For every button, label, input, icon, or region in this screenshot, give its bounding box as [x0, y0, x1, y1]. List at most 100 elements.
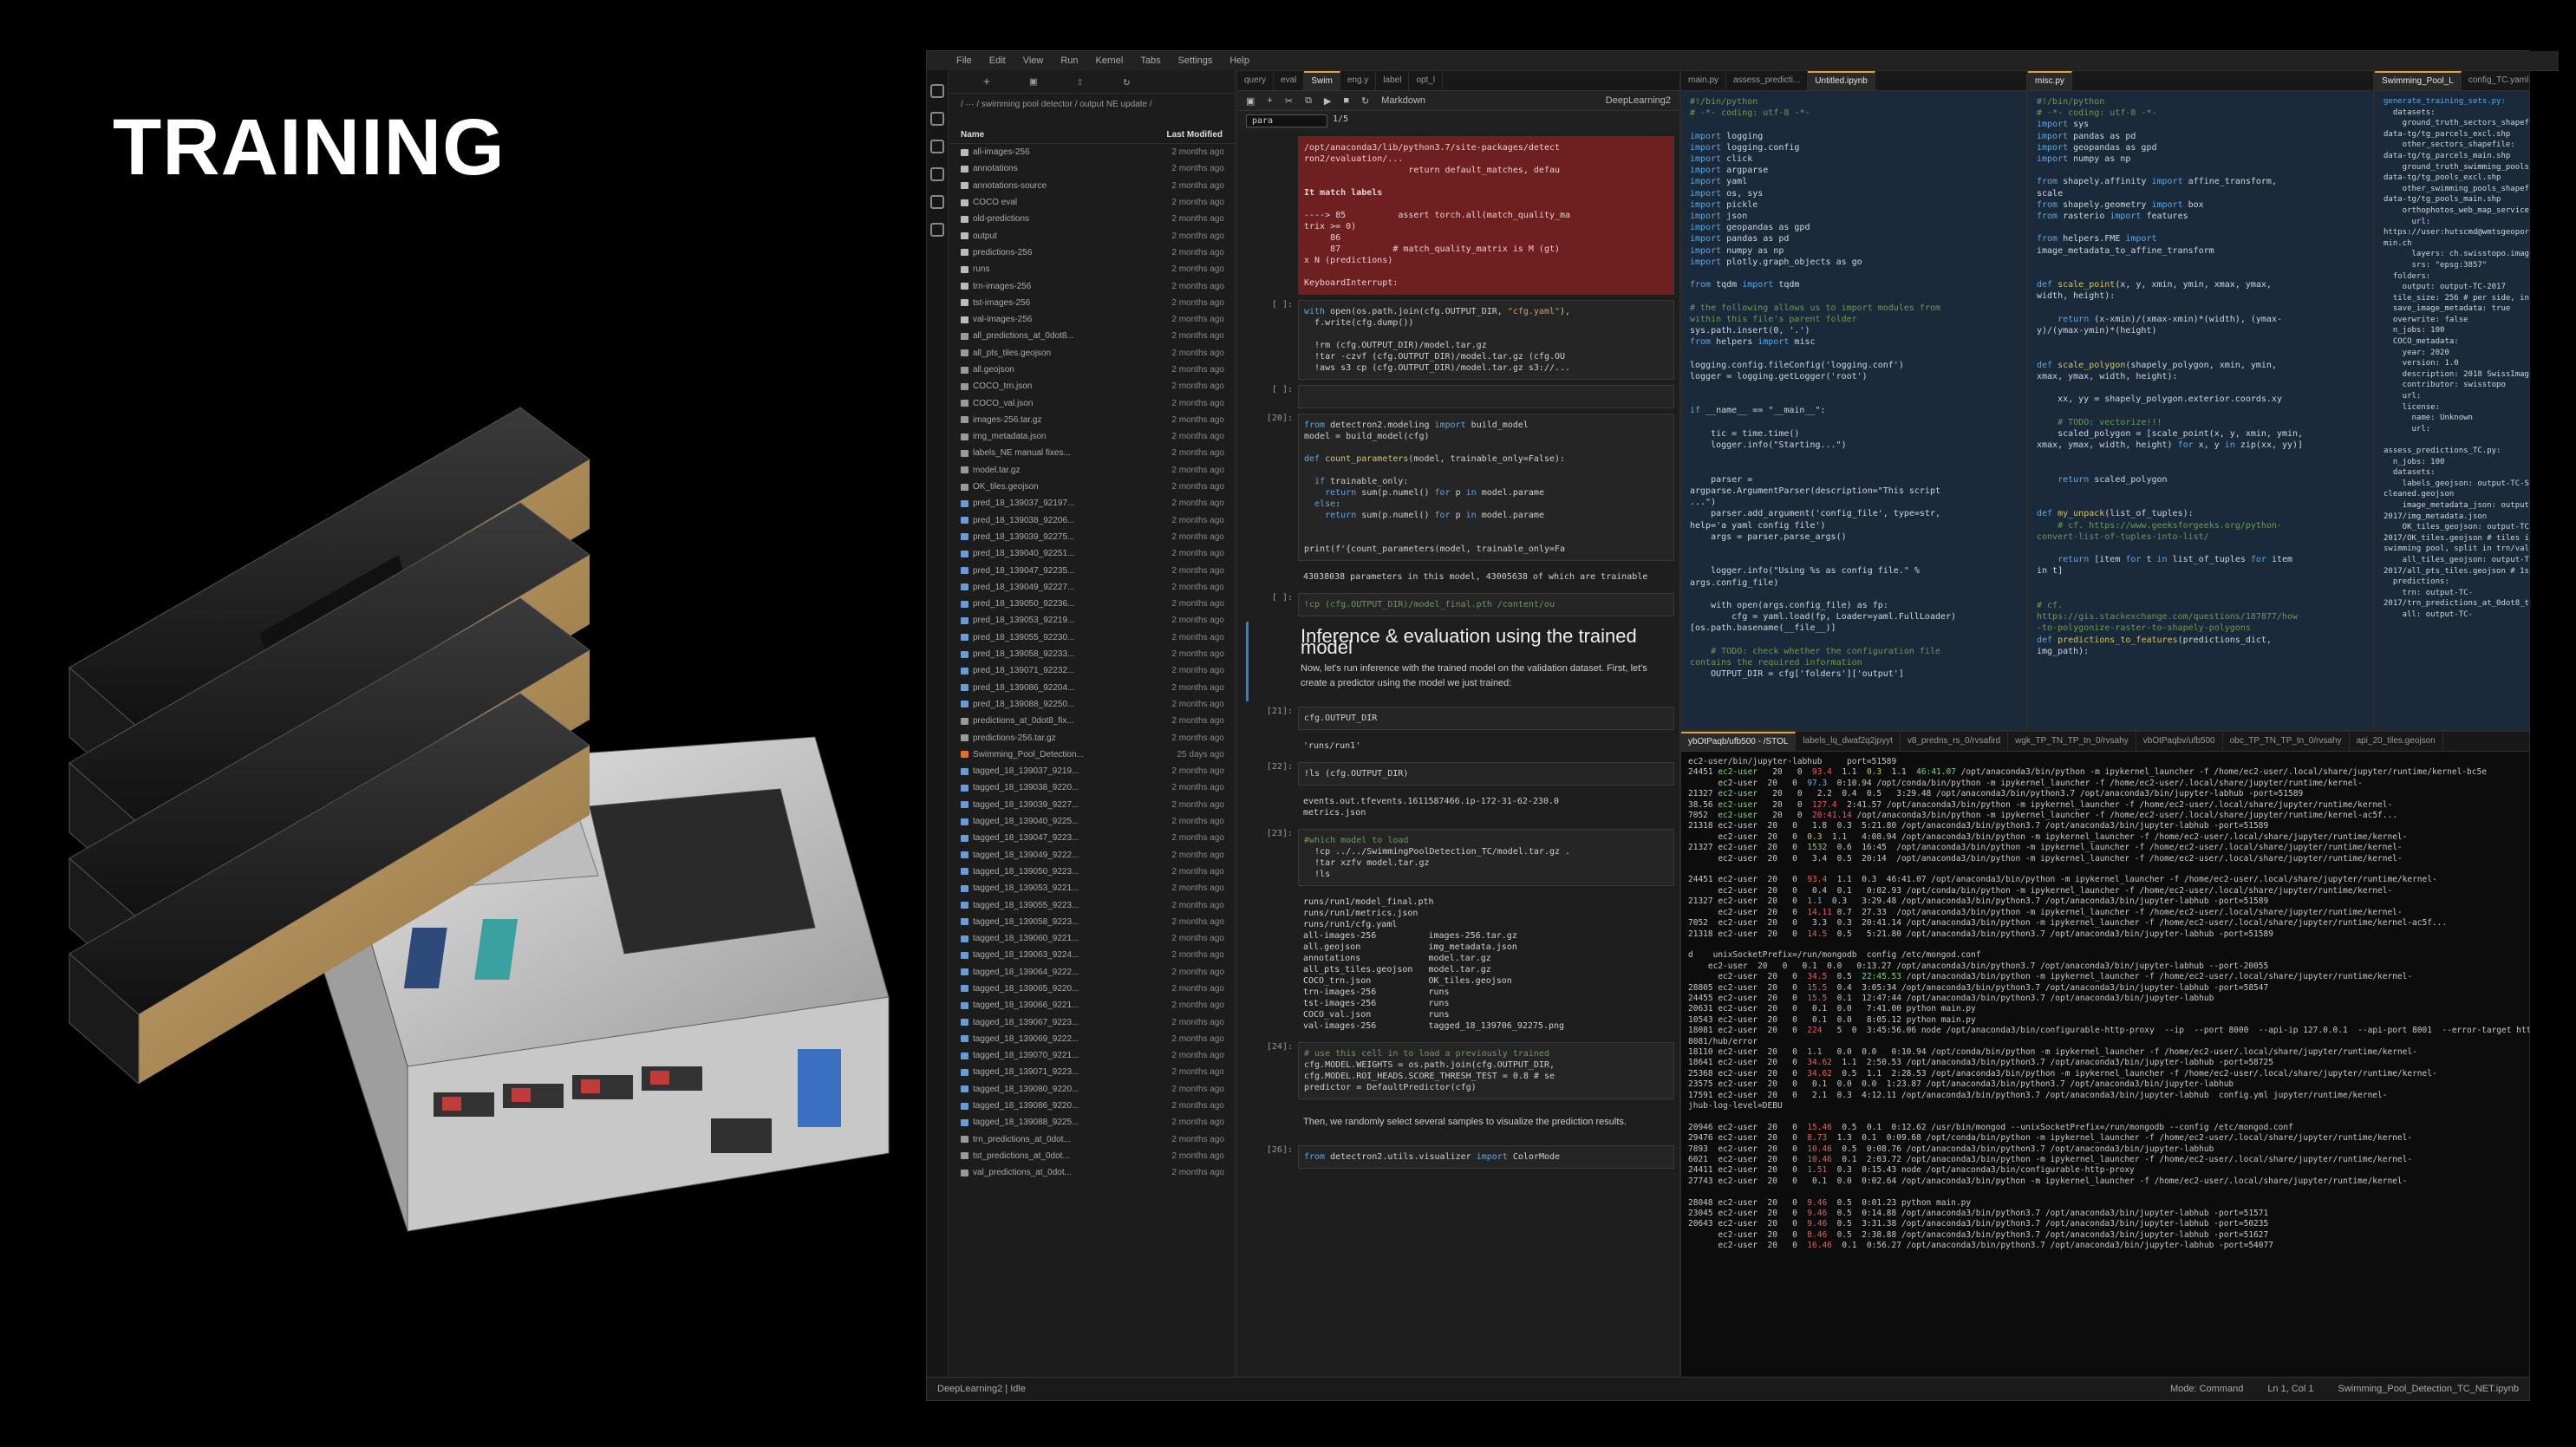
file-row[interactable]: predictions-256 2 months ago	[949, 244, 1235, 261]
code-cell[interactable]: [ ]: with open(os.path.join(cfg.OUTPUT_D…	[1241, 300, 1674, 380]
file-row[interactable]: tagged_18_139040_9225... 2 months ago	[949, 813, 1235, 830]
file-row[interactable]: pred_18_139053_92219... 2 months ago	[949, 612, 1235, 629]
tab[interactable]: Untitled.ipynb	[1808, 71, 1875, 90]
file-row[interactable]: pred_18_139050_92236... 2 months ago	[949, 596, 1235, 612]
file-row[interactable]: tagged_18_139038_9220... 2 months ago	[949, 779, 1235, 796]
file-row[interactable]: pred_18_139058_92233... 2 months ago	[949, 646, 1235, 662]
file-row[interactable]: pred_18_139088_92250... 2 months ago	[949, 696, 1235, 713]
menu-item-help[interactable]: Help	[1229, 55, 1249, 66]
tab[interactable]: misc.py	[2028, 71, 2072, 90]
restart-icon[interactable]: ↻	[1361, 95, 1369, 107]
file-row[interactable]: COCO eval 2 months ago	[949, 194, 1235, 211]
tab[interactable]: ybOtPaqb/ufb500 - /STOL	[1681, 732, 1797, 751]
code-editor[interactable]: #!/bin/python # -*- coding: utf-8 -*- im…	[2028, 91, 2373, 662]
menu-item-run[interactable]: Run	[1060, 55, 1078, 66]
file-row[interactable]: tagged_18_139065_9220... 2 months ago	[949, 981, 1235, 997]
file-row[interactable]: tagged_18_139050_9223... 2 months ago	[949, 864, 1235, 880]
file-row[interactable]: tagged_18_139037_9219... 2 months ago	[949, 763, 1235, 779]
wrench-icon[interactable]	[930, 167, 944, 181]
file-row[interactable]: pred_18_139040_92251... 2 months ago	[949, 545, 1235, 562]
tab[interactable]: config_TC.yaml	[2462, 71, 2529, 90]
code-cell[interactable]: [23]: #which model to load !cp ../../Swi…	[1241, 829, 1674, 886]
file-row[interactable]: tagged_18_139066_9221... 2 months ago	[949, 997, 1235, 1014]
file-row[interactable]: pred_18_139038_92206... 2 months ago	[949, 512, 1235, 529]
tab[interactable]: wgk_TP_TN_TP_tn_0/rvsahy	[2008, 732, 2136, 751]
file-row[interactable]: predictions_at_0dot8_fix... 2 months ago	[949, 713, 1235, 729]
file-row[interactable]: tagged_18_139063_9224... 2 months ago	[949, 947, 1235, 963]
file-row[interactable]: tagged_18_139049_9222... 2 months ago	[949, 846, 1235, 863]
tab[interactable]: v8_predns_rs_0/rvsafird	[1901, 732, 2009, 751]
file-row[interactable]: pred_18_139047_92235... 2 months ago	[949, 562, 1235, 578]
file-row[interactable]: runs 2 months ago	[949, 261, 1235, 277]
run-icon[interactable]: ▶	[1324, 95, 1331, 107]
tab[interactable]: opt_l	[1409, 71, 1444, 90]
file-row[interactable]: tagged_18_139058_9223... 2 months ago	[949, 914, 1235, 930]
save-icon[interactable]: ▣	[1246, 95, 1255, 107]
file-row[interactable]: tagged_18_139067_9223... 2 months ago	[949, 1014, 1235, 1030]
file-row[interactable]: tagged_18_139080_9220... 2 months ago	[949, 1081, 1235, 1098]
file-row[interactable]: COCO_val.json 2 months ago	[949, 394, 1235, 411]
file-row[interactable]: predictions-256.tar.gz 2 months ago	[949, 729, 1235, 746]
file-row[interactable]: tagged_18_139060_9221... 2 months ago	[949, 930, 1235, 947]
file-row[interactable]: tagged_18_139053_9221... 2 months ago	[949, 880, 1235, 896]
file-row[interactable]: images-256.tar.gz 2 months ago	[949, 412, 1235, 428]
file-row[interactable]: trn_predictions_at_0dot... 2 months ago	[949, 1131, 1235, 1148]
file-row[interactable]: pred_18_139086_92204... 2 months ago	[949, 680, 1235, 696]
file-row[interactable]: pred_18_139071_92232... 2 months ago	[949, 662, 1235, 679]
add-cell-icon[interactable]: +	[1267, 95, 1272, 106]
breadcrumb[interactable]: / ··· / swimming pool detector / output …	[949, 94, 1235, 127]
new-launcher-icon[interactable]: +	[983, 75, 990, 88]
cursor-position[interactable]: Ln 1, Col 1	[2267, 1384, 2313, 1394]
cell-type-select[interactable]: Markdown	[1381, 95, 1425, 106]
stop-icon[interactable]: ■	[1343, 95, 1349, 106]
commands-icon[interactable]	[930, 140, 944, 153]
menu-item-tabs[interactable]: Tabs	[1140, 55, 1160, 66]
file-row[interactable]: tagged_18_139088_9225... 2 months ago	[949, 1114, 1235, 1131]
upload-icon[interactable]: ⇧	[1077, 75, 1084, 88]
code-editor[interactable]: generate_training_sets.py: datasets: gro…	[2375, 91, 2529, 626]
file-row[interactable]: COCO_trn.json 2 months ago	[949, 378, 1235, 394]
file-row[interactable]: tagged_18_139069_9222... 2 months ago	[949, 1031, 1235, 1047]
file-row[interactable]: model.tar.gz 2 months ago	[949, 462, 1235, 479]
file-row[interactable]: img_metadata.json 2 months ago	[949, 428, 1235, 445]
file-row[interactable]: tagged_18_139064_9222... 2 months ago	[949, 964, 1235, 981]
file-row[interactable]: all_predictions_at_0dot8... 2 months ago	[949, 328, 1235, 344]
file-row[interactable]: tst-images-256 2 months ago	[949, 295, 1235, 311]
tab[interactable]: labels_lq_dwaf2q2jpyyt	[1796, 732, 1901, 751]
terminal-output[interactable]: ec2-user/bin/jupyter-labhub port=51589 2…	[1681, 752, 2529, 1257]
menu-item-settings[interactable]: Settings	[1178, 55, 1213, 66]
folder-icon[interactable]	[930, 84, 944, 98]
kernel-status[interactable]: DeepLearning2 | Idle	[937, 1384, 1026, 1394]
file-row[interactable]: tagged_18_139070_9221... 2 months ago	[949, 1047, 1235, 1064]
file-row[interactable]: old-predictions 2 months ago	[949, 211, 1235, 227]
file-row[interactable]: output 2 months ago	[949, 227, 1235, 244]
file-row[interactable]: pred_18_139055_92230... 2 months ago	[949, 629, 1235, 646]
tabs-icon[interactable]	[930, 195, 944, 209]
refresh-icon[interactable]: ↻	[1123, 75, 1130, 88]
file-row[interactable]: tagged_18_139086_9220... 2 months ago	[949, 1098, 1235, 1114]
file-row[interactable]: tagged_18_139071_9223... 2 months ago	[949, 1064, 1235, 1080]
tab[interactable]: label	[1376, 71, 1410, 90]
code-cell[interactable]: [ ]:	[1241, 385, 1674, 408]
tab[interactable]: assess_predicti...	[1726, 71, 1809, 90]
new-folder-icon[interactable]: ▣	[1030, 75, 1037, 88]
code-cell[interactable]: [ ]: !cp (cfg.OUTPUT_DIR)/model_final.pt…	[1241, 593, 1674, 616]
col-name[interactable]: Name	[961, 130, 984, 140]
file-row[interactable]: pred_18_139049_92227... 2 months ago	[949, 579, 1235, 596]
menu-item-edit[interactable]: Edit	[989, 55, 1006, 66]
code-cell[interactable]: [24]: # use this cell in to load a previ…	[1241, 1042, 1674, 1099]
find-input[interactable]: para	[1246, 114, 1327, 127]
tab[interactable]: Swim	[1304, 71, 1340, 90]
markdown-cell[interactable]: Inference & evaluation using the trained…	[1246, 622, 1674, 701]
code-editor[interactable]: #!/bin/python # -*- coding: utf-8 -*- im…	[1681, 91, 2026, 685]
tab[interactable]: api_20_tiles.geojson	[2350, 732, 2443, 751]
terminal-pane[interactable]: ybOtPaqb/ufb500 - /STOL labels_lq_dwaf2q2…	[1680, 731, 2530, 1379]
menu-item-kernel[interactable]: Kernel	[1096, 55, 1124, 66]
code-cell[interactable]: [21]: cfg.OUTPUT_DIR	[1241, 707, 1674, 730]
running-icon[interactable]	[930, 112, 944, 126]
file-row[interactable]: trn-images-256 2 months ago	[949, 277, 1235, 294]
file-row[interactable]: pred_18_139039_92275... 2 months ago	[949, 529, 1235, 545]
tab[interactable]: eng.y	[1340, 71, 1377, 90]
file-row[interactable]: Swimming_Pool_Detection... 25 days ago	[949, 746, 1235, 763]
tab[interactable]: Swimming_Pool_L	[2375, 71, 2462, 90]
